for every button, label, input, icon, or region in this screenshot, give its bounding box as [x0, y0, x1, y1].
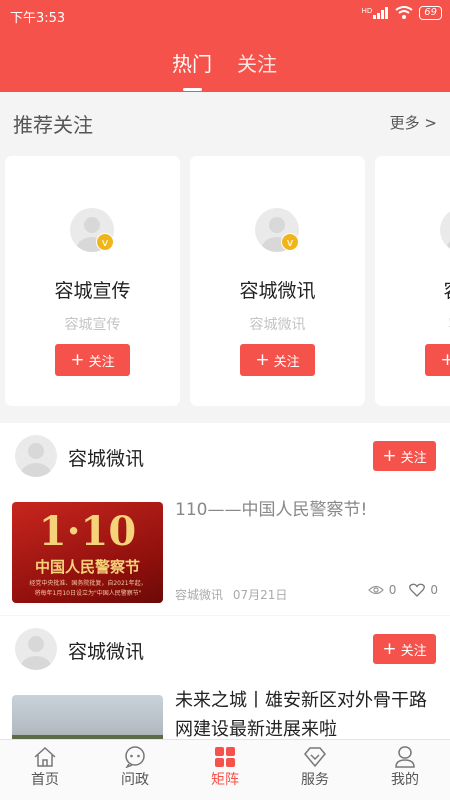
post-thumbnail[interactable]: 1·10 中国人民警察节 经党中央批准、国务院批复，自2021年起， 将每年1月… [12, 502, 163, 603]
status-bar: 下午3:53 HD 69 [0, 0, 450, 30]
like-count: 0 [430, 583, 438, 597]
post-date: 07月21日 [232, 588, 288, 602]
follow-button[interactable]: +关注 [373, 441, 436, 471]
bottom-nav: 首页 问政 矩阵 服务 我的 [0, 739, 450, 800]
author-name[interactable]: 容城微讯 [68, 637, 144, 664]
follow-button[interactable]: +关注 [240, 344, 315, 376]
follow-button[interactable]: +关注 [425, 344, 450, 376]
tab-follow[interactable]: 关注 [237, 48, 277, 77]
recommend-card[interactable]: v 容城宣传 容城宣传 + 关注 [5, 156, 180, 406]
thumb-headline-text: 中国人民警察节 [34, 558, 140, 576]
top-tab-bar: 热门 关注 [0, 30, 450, 92]
feed-post[interactable]: 容城微讯 + 关注 未来之城丨雄安新区对外骨干路网建设最新进展来啦 [0, 616, 450, 796]
verified-badge-icon: v [281, 233, 299, 251]
grid-icon [215, 747, 235, 767]
status-icons: HD 69 [362, 6, 442, 20]
status-time: 下午3:53 [10, 11, 66, 26]
post-title[interactable]: 110——中国人民警察节! [175, 497, 441, 524]
diamond-icon [304, 747, 326, 768]
tab-hot[interactable]: 热门 [172, 48, 212, 77]
heart-icon[interactable] [409, 583, 426, 597]
thumb-caption-line: 将每年1月10日设立为"中国人民警察节" [34, 590, 142, 597]
card-name: 容城微讯 [239, 280, 316, 302]
thumb-headline-number: 1·10 [38, 508, 137, 555]
nav-mine[interactable]: 我的 [375, 746, 435, 789]
post-meta: 容城微讯 07月21日 [175, 586, 287, 603]
recommend-header: 推荐关注 更多 > [0, 92, 450, 148]
follow-button[interactable]: +关注 [55, 344, 130, 376]
recommend-card[interactable]: v 容城微讯 容城微讯 + 关注 [190, 156, 365, 406]
chat-icon [125, 746, 145, 768]
user-icon [395, 746, 415, 768]
card-subtitle: 容城宣传 [64, 317, 121, 333]
post-stats: 0 0 [367, 583, 438, 597]
avatar [440, 208, 450, 252]
thumb-caption-line: 经党中央批准、国务院批复，自2021年起， [29, 580, 147, 587]
nav-home[interactable]: 首页 [15, 746, 75, 789]
nav-service[interactable]: 服务 [285, 746, 345, 789]
view-count: 0 [388, 583, 397, 597]
post-source: 容城微讯 [175, 588, 224, 602]
eye-icon [367, 585, 384, 595]
nav-matrix[interactable]: 矩阵 [195, 746, 255, 789]
nav-wenzheng[interactable]: 问政 [105, 746, 165, 789]
recommend-more-link[interactable]: 更多 > [390, 112, 437, 133]
signal-icon: HD [362, 7, 390, 19]
active-tab-indicator [183, 88, 202, 91]
recommend-card[interactable]: v 容城 容城 +关注 [375, 156, 450, 406]
feed-post[interactable]: 容城微讯 + 关注 1·10 中国人民警察节 经党中央批准、国务院批复，自2021… [0, 423, 450, 615]
plus-icon: + [382, 445, 397, 466]
card-name: 容城 [375, 276, 450, 303]
card-name: 容城宣传 [54, 280, 131, 302]
home-icon [34, 746, 56, 767]
plus-icon: + [382, 638, 397, 659]
author-avatar[interactable] [15, 435, 57, 477]
plus-icon: + [255, 349, 270, 370]
battery-icon: 69 [419, 6, 442, 20]
recommend-title: 推荐关注 [13, 113, 93, 137]
wifi-icon [395, 6, 413, 19]
card-subtitle: 容城 [375, 314, 450, 334]
author-avatar[interactable] [15, 628, 57, 670]
recommend-carousel[interactable]: v 容城宣传 容城宣传 +关注 v 容城微讯 容城微讯 +关注 v 容城 容城 … [0, 148, 450, 410]
verified-badge-icon: v [96, 233, 114, 251]
plus-icon: + [70, 349, 85, 370]
card-subtitle: 容城微讯 [249, 317, 306, 333]
follow-button[interactable]: +关注 [373, 634, 436, 664]
post-title[interactable]: 未来之城丨雄安新区对外骨干路网建设最新进展来啦 [175, 686, 441, 744]
plus-icon: + [440, 349, 450, 370]
author-name[interactable]: 容城微讯 [68, 444, 144, 471]
